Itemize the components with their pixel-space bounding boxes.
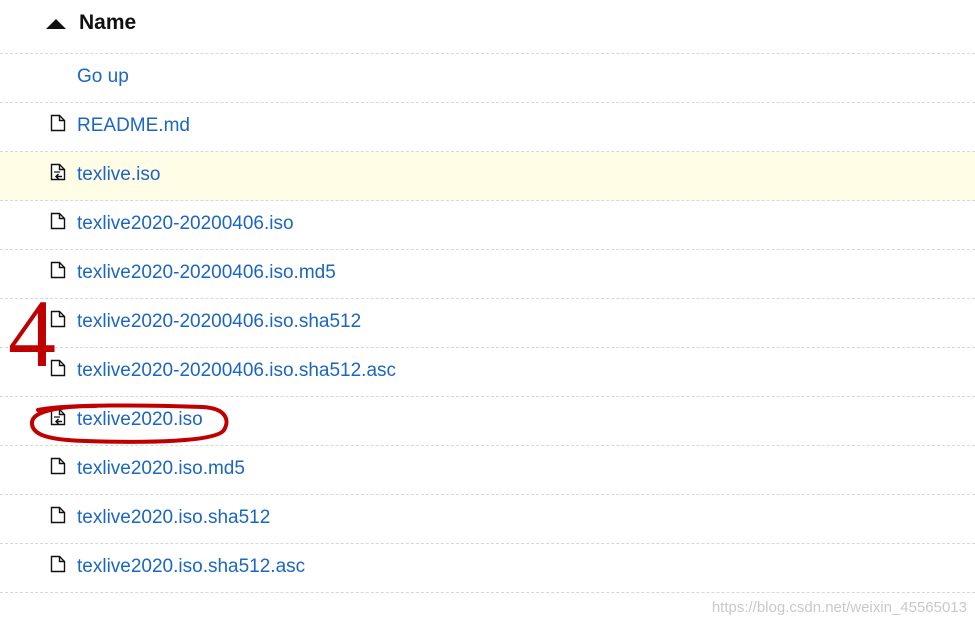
- listing-header: Name: [0, 0, 975, 54]
- list-item[interactable]: texlive2020.iso.md5: [0, 446, 975, 495]
- list-item[interactable]: texlive.iso: [0, 152, 975, 201]
- name-column-header[interactable]: Name: [79, 11, 136, 35]
- list-item[interactable]: texlive2020-20200406.iso: [0, 201, 975, 250]
- annotation-step-number: 4: [8, 280, 56, 387]
- file-link[interactable]: texlive2020.iso.sha512: [77, 507, 270, 529]
- file-listing: Name Go up README.md texlive.iso texlive…: [0, 0, 975, 593]
- watermark: https://blog.csdn.net/weixin_45565013: [711, 599, 967, 616]
- file-icon: [50, 212, 66, 230]
- file-link[interactable]: texlive2020-20200406.iso.md5: [77, 262, 336, 284]
- file-link[interactable]: texlive.iso: [77, 164, 160, 186]
- list-item[interactable]: texlive2020-20200406.iso.sha512.asc: [0, 348, 975, 397]
- file-link[interactable]: README.md: [77, 115, 190, 137]
- list-item[interactable]: texlive2020-20200406.iso.md5: [0, 250, 975, 299]
- file-icon: [50, 506, 66, 524]
- file-icon: [50, 457, 66, 475]
- file-icon: [50, 261, 66, 279]
- sort-ascending-icon[interactable]: [46, 19, 66, 29]
- file-icon: [50, 555, 66, 573]
- annotation-circle: [30, 403, 229, 444]
- file-link[interactable]: texlive2020.iso.md5: [77, 458, 245, 480]
- list-item[interactable]: texlive2020.iso.sha512: [0, 495, 975, 544]
- file-link[interactable]: texlive2020.iso.sha512.asc: [77, 556, 305, 578]
- list-item-go-up[interactable]: Go up: [0, 54, 975, 103]
- list-item[interactable]: texlive2020-20200406.iso.sha512: [0, 299, 975, 348]
- file-link[interactable]: texlive2020-20200406.iso: [77, 213, 294, 235]
- file-icon: [50, 114, 66, 132]
- symlink-file-icon: [50, 163, 66, 181]
- go-up-link[interactable]: Go up: [77, 66, 129, 88]
- list-item[interactable]: README.md: [0, 103, 975, 152]
- file-link[interactable]: texlive2020-20200406.iso.sha512: [77, 311, 361, 333]
- list-item[interactable]: texlive2020.iso.sha512.asc: [0, 544, 975, 593]
- file-link[interactable]: texlive2020-20200406.iso.sha512.asc: [77, 360, 396, 382]
